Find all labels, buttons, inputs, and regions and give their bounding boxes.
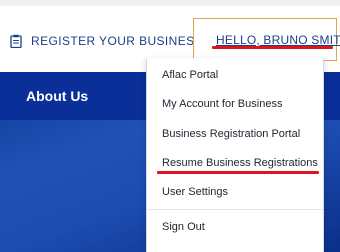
register-business-label: REGISTER YOUR BUSINESS [31, 34, 203, 48]
user-dropdown-menu: Aflac Portal My Account for Business Bus… [146, 58, 324, 252]
menu-item-resume-registrations[interactable]: Resume Business Registrations [162, 157, 318, 169]
menu-item-business-registration-portal[interactable]: Business Registration Portal [162, 128, 300, 140]
register-business-link[interactable]: REGISTER YOUR BUSINESS [10, 33, 203, 49]
menu-item-user-settings[interactable]: User Settings [162, 186, 228, 198]
menu-divider [147, 209, 323, 210]
resume-highlight-underline [157, 171, 319, 174]
clipboard-icon [10, 34, 22, 49]
greeting-highlight-underline [212, 46, 333, 49]
menu-item-sign-out[interactable]: Sign Out [162, 221, 205, 233]
menu-item-aflac-portal[interactable]: Aflac Portal [162, 69, 218, 81]
menu-item-my-account[interactable]: My Account for Business [162, 98, 282, 110]
user-greeting-link[interactable]: HELLO, BRUNO SMITH [216, 33, 340, 47]
nav-about-us[interactable]: About Us [26, 88, 88, 104]
